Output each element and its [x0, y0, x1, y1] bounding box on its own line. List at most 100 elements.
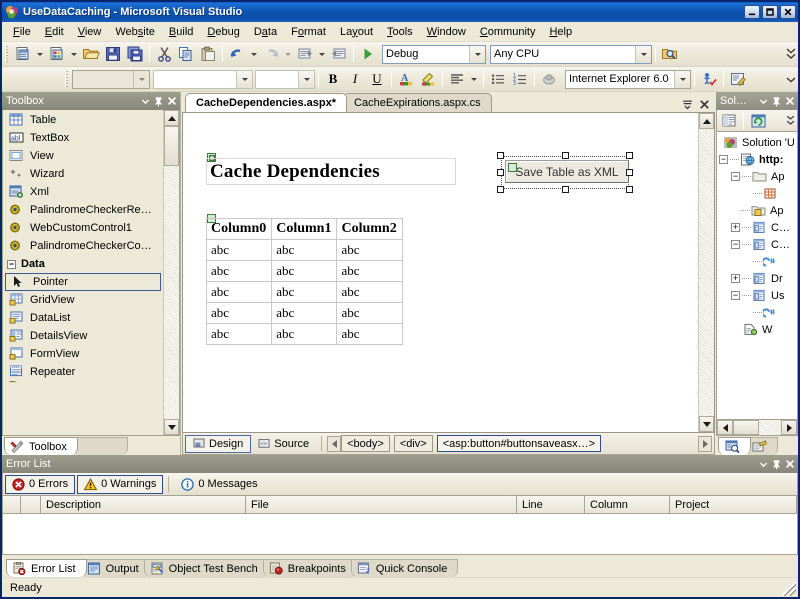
error-list-grid[interactable]: Description File Line Column Project	[2, 496, 798, 555]
breadcrumb-scroll-left[interactable]	[327, 436, 341, 452]
close-icon[interactable]	[783, 95, 796, 108]
dock-tab-toolbox[interactable]: Toolbox	[4, 437, 78, 455]
scroll-track[interactable]	[699, 129, 714, 416]
bold-button[interactable]: B	[322, 69, 344, 90]
highlight-color-icon[interactable]	[417, 69, 439, 90]
tree-node-page-4[interactable]: − Us	[717, 287, 797, 304]
undo-dropdown[interactable]	[248, 44, 260, 65]
toolbox-item-view[interactable]: View	[3, 147, 163, 165]
dock-tab-solution-explorer[interactable]	[718, 437, 751, 455]
scroll-thumb[interactable]	[733, 420, 759, 435]
toolbox-item-webcustomcontrol1[interactable]: WebCustomControl1	[3, 219, 163, 237]
tree-node-webconfig[interactable]: W	[717, 321, 797, 338]
tree-node-page-3[interactable]: + Dr	[717, 270, 797, 287]
design-canvas[interactable]: Cache Dependencies Save Table as XML	[183, 113, 698, 432]
menu-debug[interactable]: Debug	[200, 24, 246, 40]
overflow-icon[interactable]	[785, 110, 795, 131]
chevron-down-icon[interactable]	[298, 71, 314, 88]
gridview-preview-table[interactable]: Column0 Column1 Column2 abc abc abc	[206, 218, 403, 345]
scroll-track[interactable]	[164, 166, 179, 419]
resize-handle-s[interactable]	[562, 186, 569, 193]
tab-source-view[interactable]: <> Source	[251, 435, 316, 453]
menu-layout[interactable]: Layout	[333, 24, 380, 40]
toolbox-item-repeater[interactable]: <xx> Repeater	[3, 363, 163, 381]
toolbox-item-palindromecheckerco[interactable]: PalindromeCheckerCo…	[3, 237, 163, 255]
foreground-color-icon[interactable]: A	[395, 69, 417, 90]
toolbar-grip[interactable]	[65, 71, 68, 87]
new-project-icon[interactable]	[46, 44, 68, 65]
column-header-icon[interactable]	[3, 496, 21, 514]
resize-handle-se[interactable]	[626, 186, 633, 193]
tree-node-solution[interactable]: Solution 'U	[717, 134, 797, 151]
solution-platform-combo[interactable]: Any CPU	[490, 45, 652, 64]
save-icon[interactable]	[102, 44, 124, 65]
close-icon[interactable]	[165, 95, 178, 108]
toolbox-item-wizard[interactable]: Wizard	[3, 165, 163, 183]
collapse-icon[interactable]: −	[731, 240, 740, 249]
collapse-icon[interactable]: −	[731, 291, 740, 300]
column-header-description[interactable]: Description	[41, 496, 246, 514]
toolbox-item-formview[interactable]: FormView	[3, 345, 163, 363]
breadcrumb-body[interactable]: <body>	[341, 435, 390, 452]
find-in-files-icon[interactable]	[659, 44, 681, 65]
minimize-button[interactable]	[744, 5, 760, 19]
toolbox-scrollbar[interactable]	[163, 110, 179, 435]
resize-handle-e[interactable]	[626, 169, 633, 176]
resize-grip[interactable]	[782, 582, 796, 596]
toolbox-item-xml[interactable]: Xml	[3, 183, 163, 201]
design-view-surface[interactable]: Cache Dependencies Save Table as XML	[182, 112, 715, 433]
close-icon[interactable]	[783, 458, 796, 471]
align-left-icon[interactable]	[446, 69, 468, 90]
chevron-down-icon[interactable]	[236, 71, 252, 88]
tree-node-app-data-folder[interactable]: − Ap	[717, 168, 797, 185]
column-header-line[interactable]: Line	[517, 496, 585, 514]
resize-handle-sw[interactable]	[497, 186, 504, 193]
pin-icon[interactable]	[152, 95, 165, 108]
tree-node-page-2[interactable]: − C…	[717, 236, 797, 253]
scroll-track[interactable]	[759, 420, 781, 435]
uncomment-icon[interactable]	[328, 44, 350, 65]
italic-button[interactable]: I	[344, 69, 366, 90]
scroll-left-button[interactable]	[717, 420, 733, 435]
tree-node-database-file[interactable]	[717, 185, 797, 202]
cut-icon[interactable]	[153, 44, 175, 65]
asp-control-glyph[interactable]	[508, 163, 517, 172]
tab-list-icon[interactable]	[682, 99, 693, 110]
menu-window[interactable]: Window	[420, 24, 473, 40]
font-size-combo[interactable]	[255, 70, 315, 89]
menu-format[interactable]: Format	[284, 24, 333, 40]
page-heading-box[interactable]: Cache Dependencies	[206, 158, 456, 185]
maximize-button[interactable]	[762, 5, 778, 19]
pin-icon[interactable]	[770, 458, 783, 471]
block-format-combo[interactable]	[72, 70, 150, 89]
align-dropdown[interactable]	[468, 69, 480, 90]
menu-file[interactable]: File	[6, 24, 38, 40]
paste-icon[interactable]	[197, 44, 219, 65]
dock-tab-breakpoints[interactable]: Breakpoints	[263, 559, 357, 577]
chevron-down-icon[interactable]	[469, 46, 485, 63]
tree-node-website[interactable]: − http:	[717, 151, 797, 168]
redo-icon[interactable]	[260, 44, 282, 65]
undo-icon[interactable]	[226, 44, 248, 65]
toolbox-item-detailsview[interactable]: DetailsView	[3, 327, 163, 345]
refresh-icon[interactable]	[748, 110, 768, 131]
toolbar-overflow-icon[interactable]	[784, 69, 798, 90]
font-name-combo[interactable]	[153, 70, 253, 89]
scroll-up-button[interactable]	[699, 113, 714, 129]
solution-explorer-tree[interactable]: Solution 'U − ht	[716, 132, 798, 420]
errors-filter-button[interactable]: 0 Errors	[5, 475, 75, 494]
scroll-down-button[interactable]	[164, 419, 179, 435]
tree-node-codebehind-2[interactable]	[717, 304, 797, 321]
toolbox-item-pointer[interactable]: Pointer	[5, 273, 161, 291]
chevron-down-icon[interactable]	[133, 71, 149, 88]
toolbox-item-gridview[interactable]: GridView	[3, 291, 163, 309]
resize-handle-w[interactable]	[497, 169, 504, 176]
save-table-as-xml-button[interactable]: Save Table as XML	[505, 160, 629, 183]
collapse-icon[interactable]: −	[7, 260, 16, 269]
document-tab-cacheexpirations[interactable]: CacheExpirations.aspx.cs	[343, 93, 492, 112]
toolbox-item-datalist[interactable]: DataList	[3, 309, 163, 327]
scroll-up-button[interactable]	[164, 110, 179, 126]
warnings-filter-button[interactable]: 0 Warnings	[77, 475, 163, 494]
numbered-list-icon[interactable]: 1 2 3	[509, 69, 531, 90]
scroll-down-button[interactable]	[699, 416, 714, 432]
